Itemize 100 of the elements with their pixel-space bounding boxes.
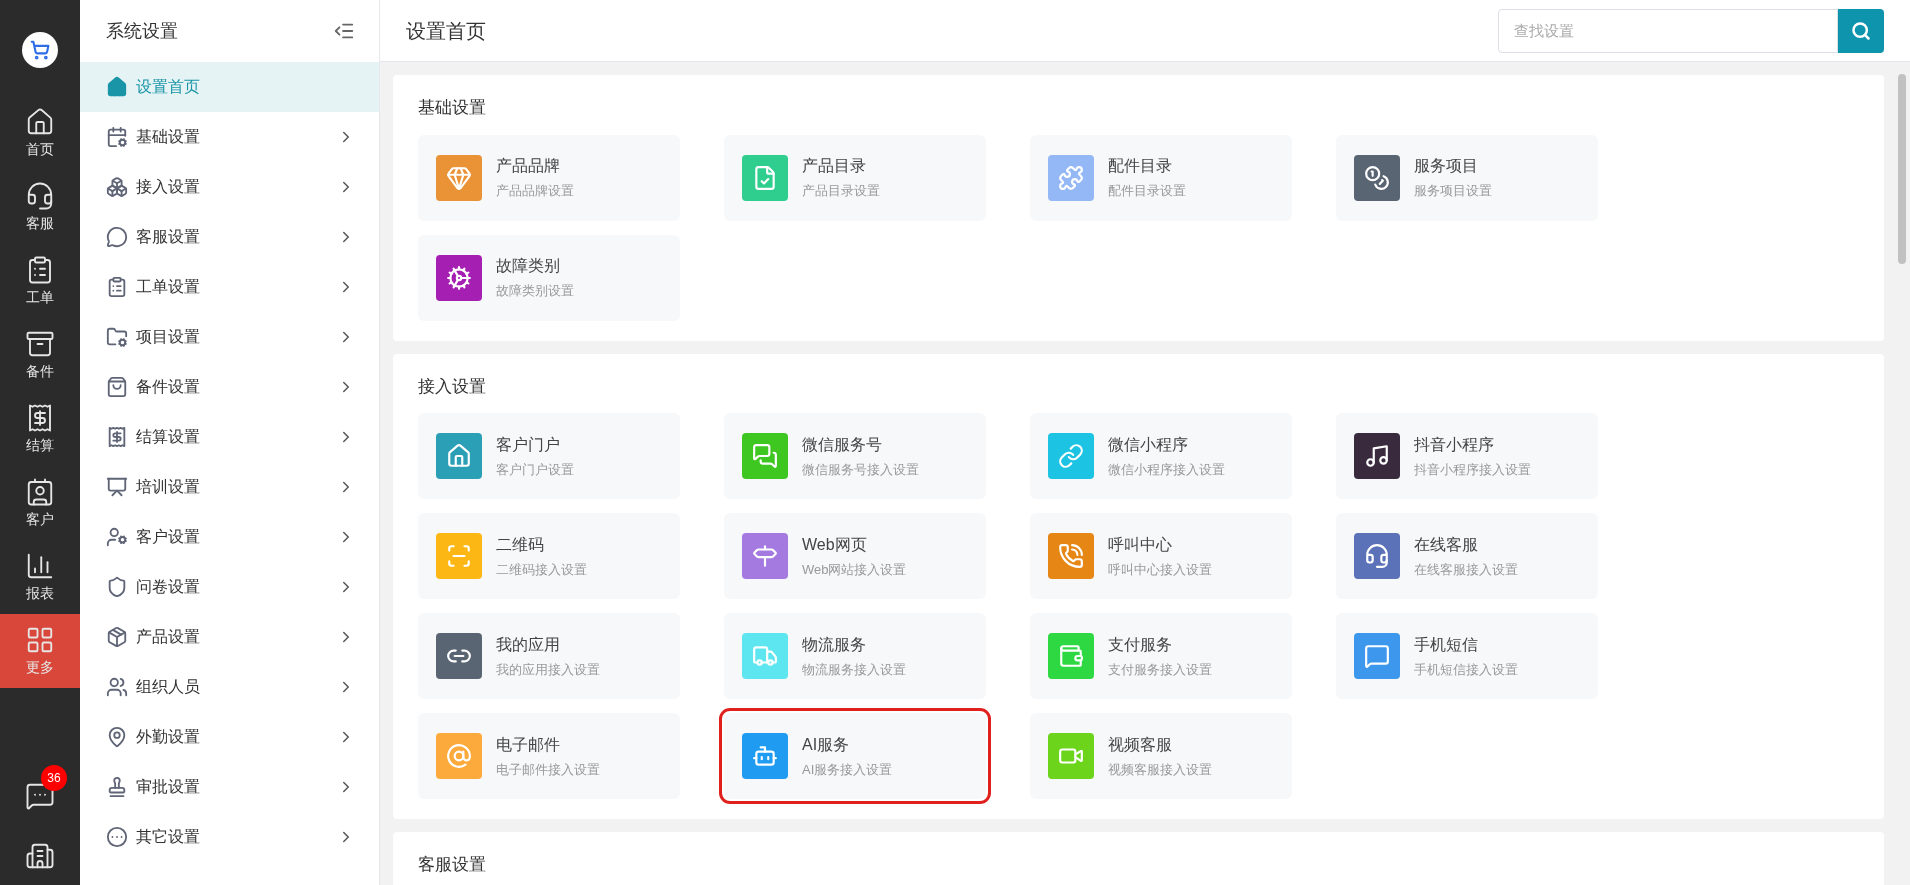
sidebar-item[interactable]: 结算设置	[80, 412, 379, 462]
phone-icon	[1058, 543, 1084, 569]
home-icon	[25, 106, 55, 137]
sidebar-item[interactable]: 审批设置	[80, 762, 379, 812]
card-title: 客户门户	[496, 434, 561, 455]
sidebar-item[interactable]: 组织人员	[80, 662, 379, 712]
settings-card[interactable]: 抖音小程序 抖音小程序接入设置	[1336, 413, 1598, 499]
package-icon	[106, 626, 128, 648]
card-subtitle: 物流服务接入设置	[802, 660, 906, 679]
headset-icon	[1364, 543, 1390, 569]
at-sign-icon	[446, 743, 472, 769]
sidebar-item[interactable]: 工单设置	[80, 262, 379, 312]
settings-card[interactable]: 手机短信 手机短信接入设置	[1336, 613, 1598, 699]
chat-icon[interactable]	[25, 781, 55, 811]
card-subtitle: 二维码接入设置	[496, 560, 587, 579]
sidebar-item[interactable]: 产品设置	[80, 612, 379, 662]
card-title: 电子邮件	[496, 734, 561, 755]
sidebar-item[interactable]: 项目设置	[80, 312, 379, 362]
rail-item[interactable]: 报表	[0, 540, 80, 614]
settings-card[interactable]: 微信小程序 微信小程序接入设置	[1030, 413, 1292, 499]
search-button[interactable]	[1838, 8, 1884, 53]
robot-icon	[752, 743, 778, 769]
card-subtitle: 呼叫中心接入设置	[1108, 560, 1212, 579]
rail-item[interactable]: 备件	[0, 318, 80, 392]
card-subtitle: 微信服务号接入设置	[802, 460, 919, 479]
card-title: 产品目录	[802, 156, 867, 177]
card-title: 服务项目	[1414, 156, 1479, 177]
card-title: 抖音小程序	[1414, 434, 1495, 455]
sidebar-item[interactable]: 客服设置	[80, 212, 379, 262]
clipboard-icon	[106, 276, 128, 298]
settings-card[interactable]: 我的应用 我的应用接入设置	[418, 613, 680, 699]
message-icon	[1364, 643, 1390, 669]
card-title: 微信小程序	[1108, 434, 1189, 455]
shield-icon	[106, 576, 128, 598]
settings-card[interactable]: 产品品牌 产品品牌设置	[418, 134, 680, 221]
card-subtitle: 微信小程序接入设置	[1108, 460, 1225, 479]
rail-item[interactable]: 更多	[0, 614, 80, 688]
settings-card[interactable]: 故障类别 故障类别设置	[418, 234, 680, 321]
settings-card[interactable]: 电子邮件 电子邮件接入设置	[418, 713, 680, 799]
settings-card[interactable]: 配件目录 配件目录设置	[1030, 134, 1292, 221]
card-title: 配件目录	[1108, 156, 1173, 177]
search-field[interactable]: 查找设置	[1498, 8, 1838, 53]
rail-item[interactable]: 首页	[0, 96, 80, 170]
settings-card[interactable]: 视频客服 视频客服接入设置	[1030, 713, 1292, 799]
receipt-icon	[106, 426, 128, 448]
link-icon	[1058, 443, 1084, 469]
sidebar-item[interactable]: 外勤设置	[80, 712, 379, 762]
settings-card[interactable]: 在线客服 在线客服接入设置	[1336, 513, 1598, 599]
coins-icon	[1364, 164, 1390, 191]
card-subtitle: 配件目录设置	[1108, 182, 1186, 201]
card-subtitle: 产品品牌设置	[496, 182, 574, 201]
rail-item[interactable]: 结算	[0, 392, 80, 466]
settings-card[interactable]: 支付服务 支付服务接入设置	[1030, 613, 1292, 699]
rail-item[interactable]: 客户	[0, 466, 80, 540]
rail-item[interactable]: 工单	[0, 244, 80, 318]
diamond-icon	[446, 164, 472, 191]
sidebar-title: 系统设置	[106, 19, 178, 43]
settings-card[interactable]: 客户门户 客户门户设置	[418, 413, 680, 499]
folder-gear-icon	[106, 326, 128, 348]
search-icon	[1851, 20, 1871, 41]
sidebar-item[interactable]: 接入设置	[80, 162, 379, 212]
user-gear-icon	[106, 526, 128, 548]
settings-card[interactable]: 物流服务 物流服务接入设置	[724, 613, 986, 699]
settings-card[interactable]: 微信服务号 微信服务号接入设置	[724, 413, 986, 499]
home-icon	[106, 76, 128, 98]
calendar-gear-icon	[106, 126, 128, 148]
section-title: 基础设置	[418, 97, 487, 119]
cart-logo-icon	[22, 32, 58, 68]
sidebar-item[interactable]: 备件设置	[80, 362, 379, 412]
sidebar-item[interactable]: 问卷设置	[80, 562, 379, 612]
settings-card[interactable]: 产品目录 产品目录设置	[724, 134, 986, 221]
card-title: 呼叫中心	[1108, 534, 1173, 555]
settings-card[interactable]: Web网页 Web网站接入设置	[724, 513, 986, 599]
settings-card[interactable]: 二维码 二维码接入设置	[418, 513, 680, 599]
headset-icon	[25, 180, 55, 211]
bag-icon	[106, 376, 128, 398]
signpost-icon	[752, 543, 778, 569]
card-subtitle: 我的应用接入设置	[496, 660, 600, 679]
notification-badge: 36	[41, 765, 67, 791]
sidebar-item[interactable]: 培训设置	[80, 462, 379, 512]
card-title: 手机短信	[1414, 634, 1479, 655]
scrollbar-thumb[interactable]	[1898, 74, 1906, 264]
sidebar-item[interactable]: 其它设置	[80, 812, 379, 862]
card-title: 支付服务	[1108, 634, 1173, 655]
card-title: 二维码	[496, 534, 545, 555]
page-title: 设置首页	[406, 18, 486, 44]
card-subtitle: AI服务接入设置	[802, 760, 893, 779]
card-subtitle: 客户门户设置	[496, 460, 574, 479]
sidebar-item[interactable]: 客户设置	[80, 512, 379, 562]
settings-card[interactable]: 呼叫中心 呼叫中心接入设置	[1030, 513, 1292, 599]
card-title: 微信服务号	[802, 434, 883, 455]
house-icon	[446, 443, 472, 469]
users-icon	[106, 676, 128, 698]
card-title: 在线客服	[1414, 534, 1479, 555]
rail-item[interactable]: 客服	[0, 170, 80, 244]
settings-card[interactable]: 服务项目 服务项目设置	[1336, 134, 1598, 221]
sidebar-item[interactable]: 基础设置	[80, 112, 379, 162]
card-subtitle: 电子邮件接入设置	[496, 760, 600, 779]
card-title: 视频客服	[1108, 734, 1173, 755]
building-icon[interactable]	[25, 841, 55, 871]
